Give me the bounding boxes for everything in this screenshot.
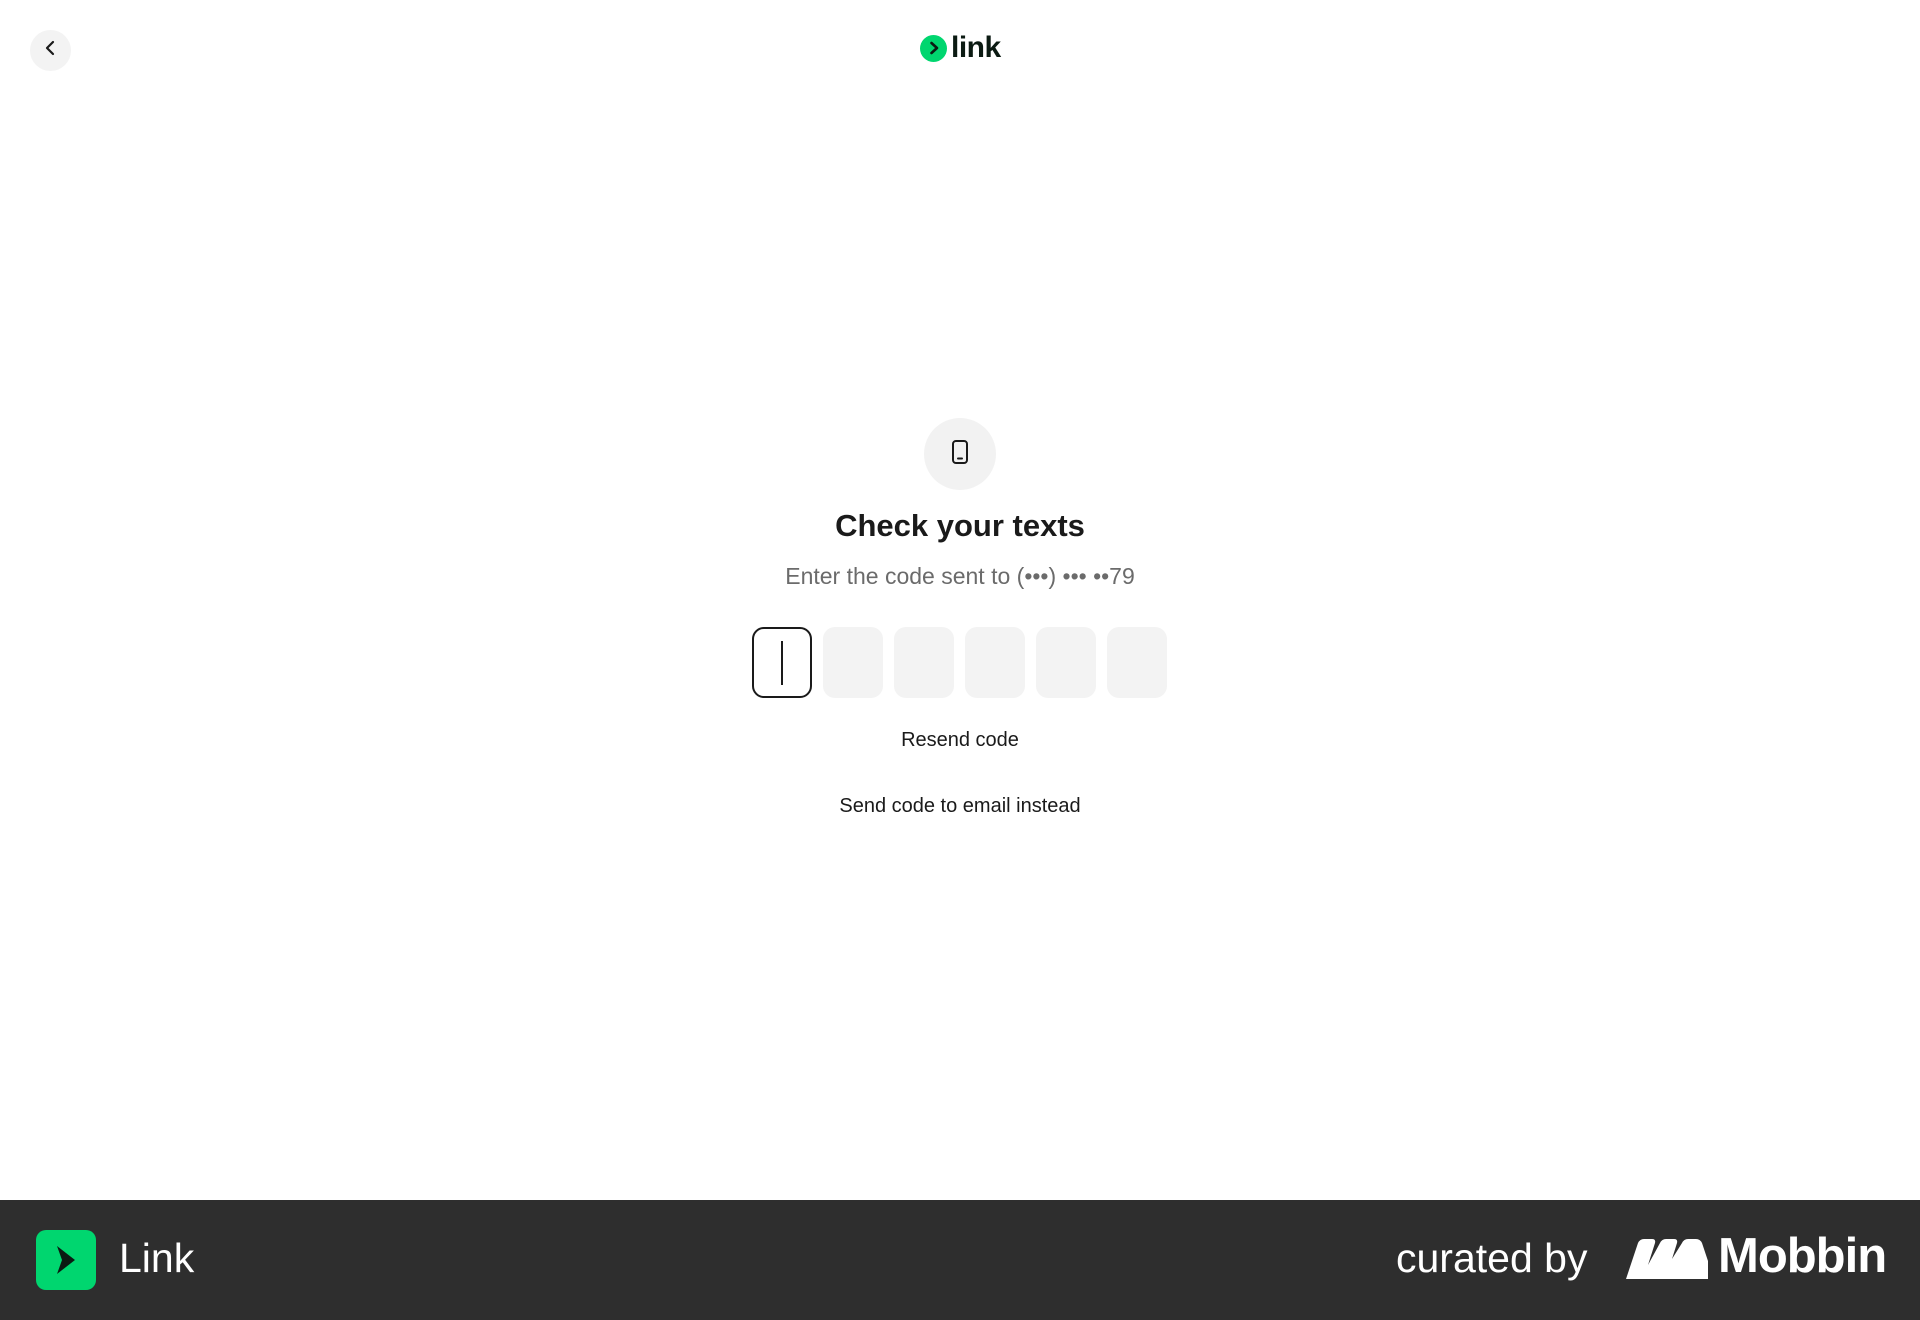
send-code-to-email-button[interactable]: Send code to email instead bbox=[0, 795, 1920, 818]
code-sent-description: Enter the code sent to (•••) ••• ••79 bbox=[785, 563, 1135, 589]
code-digit-input[interactable] bbox=[1107, 627, 1167, 698]
mobbin-wordmark: Mobbin bbox=[1718, 1229, 1887, 1283]
chevron-left-icon bbox=[44, 40, 58, 61]
back-button[interactable] bbox=[30, 30, 71, 71]
code-digit-input[interactable] bbox=[752, 627, 812, 698]
curated-by-label: curated by bbox=[1396, 1235, 1588, 1281]
code-digit-input[interactable] bbox=[965, 627, 1025, 698]
code-digit-input[interactable] bbox=[1036, 627, 1096, 698]
chevron-right-icon bbox=[920, 34, 947, 62]
resend-code-button[interactable]: Resend code bbox=[0, 729, 1920, 752]
app-name: Link bbox=[119, 1235, 195, 1281]
smartphone-icon bbox=[951, 439, 969, 470]
page: link Check your texts Enter the code sen… bbox=[0, 0, 1920, 1320]
link-logo: link bbox=[920, 33, 1001, 63]
code-digit-input[interactable] bbox=[894, 627, 954, 698]
page-title: Check your texts bbox=[835, 508, 1085, 543]
mobbin-logo-icon bbox=[1626, 1239, 1708, 1279]
text-caret bbox=[781, 640, 783, 685]
footer-banner: Link curated by Mobbin bbox=[0, 1200, 1920, 1320]
verification-code-inputs bbox=[752, 627, 1167, 698]
phone-badge bbox=[924, 418, 996, 490]
link-app-icon bbox=[36, 1230, 96, 1290]
code-digit-input[interactable] bbox=[823, 627, 883, 698]
logo-text: link bbox=[951, 31, 1001, 64]
